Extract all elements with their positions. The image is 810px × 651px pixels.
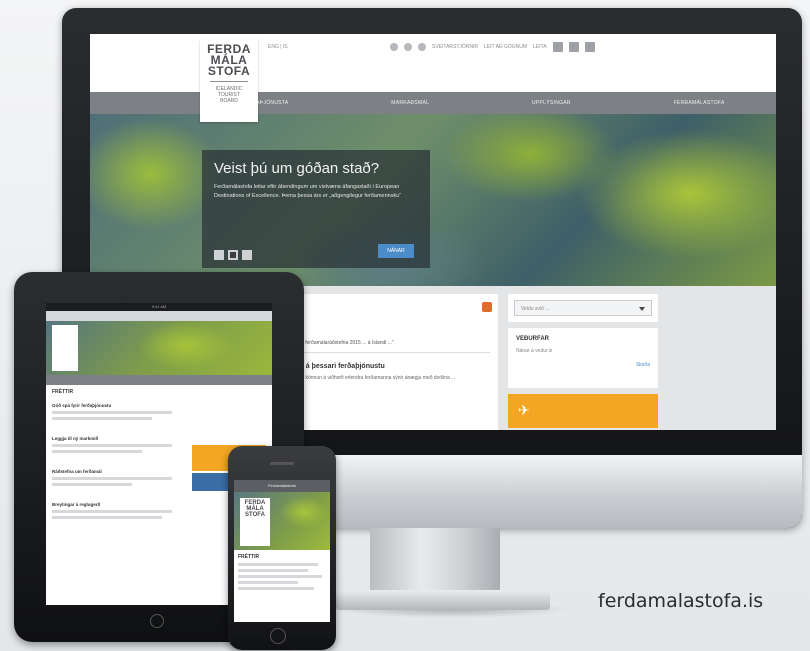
language-switch[interactable]: ENG | IS bbox=[268, 44, 288, 50]
tablet-home-button[interactable] bbox=[150, 614, 164, 628]
nav-item-4[interactable]: FERÐAMÁLASTOFA bbox=[674, 100, 725, 106]
monitor-stand-neck bbox=[370, 528, 500, 598]
carousel-dot-3[interactable] bbox=[242, 250, 252, 260]
hero-more-button[interactable]: NÁNAR bbox=[378, 244, 414, 258]
text-line bbox=[52, 444, 172, 447]
tablet-status-bar: 9:41 AM bbox=[46, 303, 272, 311]
carousel-dot-2[interactable] bbox=[228, 250, 238, 260]
weather-box: VEÐURFAR Nánar á vedur.is Skoða bbox=[508, 328, 658, 388]
text-line bbox=[52, 477, 172, 480]
main-nav: FERÐAÞJÓNUSTA MARKAÐSMÁL UPPLÝSINGAR FER… bbox=[90, 92, 776, 114]
tablet-url-bar[interactable] bbox=[46, 311, 272, 321]
logo-line-3: STOFA bbox=[207, 64, 251, 78]
phone-hero: FERDA MÁLA STOFA bbox=[234, 492, 330, 550]
text-line bbox=[52, 516, 162, 519]
top-links: SVEITARSTJÓRNIR LEIT AÐ GÖGNUM LEITA bbox=[390, 42, 595, 52]
phone-logo-line-3: STOFA bbox=[245, 512, 265, 518]
site-header: ENG | IS SVEITARSTJÓRNIR LEIT AÐ GÖGNUM … bbox=[90, 34, 776, 92]
carousel-dot-1[interactable] bbox=[214, 250, 224, 260]
social-icon-2[interactable] bbox=[404, 43, 412, 51]
plane-icon: ✈ bbox=[518, 402, 530, 418]
site-logo[interactable]: FERDA MÁLA STOFA ICELANDIC TOURIST BOARD bbox=[200, 40, 258, 122]
logo-divider bbox=[210, 81, 248, 82]
text-line bbox=[238, 563, 318, 566]
weather-sub: Nánar á vedur.is bbox=[516, 348, 553, 354]
menu-icon[interactable] bbox=[568, 42, 579, 52]
hero-title: Veist þú um góðan stað? bbox=[214, 160, 380, 177]
news-title[interactable]: ... á þessari ferðaþjónustu bbox=[298, 363, 490, 370]
select-wrapper: Veldu svið ... bbox=[508, 294, 658, 322]
text-line bbox=[52, 483, 132, 486]
text-line bbox=[52, 417, 152, 420]
text-line bbox=[52, 510, 172, 513]
promo-box[interactable]: ✈ bbox=[508, 394, 658, 428]
nav-item-3[interactable]: UPPLÝSINGAR bbox=[532, 100, 571, 106]
news-line[interactable]: „... ferðamálaráðstefna 2015 ... á Íslan… bbox=[298, 340, 490, 353]
text-line bbox=[238, 581, 298, 584]
weather-link[interactable]: Skoða bbox=[516, 362, 650, 368]
category-select[interactable]: Veldu svið ... bbox=[514, 300, 652, 316]
chevron-down-icon bbox=[639, 307, 645, 311]
phone-news: FRÉTTIR bbox=[234, 550, 330, 594]
top-link-3[interactable]: LEITA bbox=[533, 44, 547, 50]
text-line bbox=[238, 575, 322, 578]
nav-item-2[interactable]: MARKAÐSMÁL bbox=[391, 100, 429, 106]
sidebar: Veldu svið ... VEÐURFAR Nánar á vedur.is… bbox=[508, 294, 658, 430]
tablet-nav[interactable] bbox=[46, 375, 272, 385]
weather-title: VEÐURFAR bbox=[516, 336, 550, 342]
news-summary: Ný könnun á viðhorfi erlendra ferðamanna… bbox=[298, 375, 456, 381]
text-line bbox=[238, 569, 308, 572]
tablet-logo[interactable] bbox=[52, 325, 78, 371]
logo-sub-3: BOARD bbox=[220, 98, 238, 104]
carousel-dots bbox=[214, 250, 252, 260]
phone-speaker bbox=[270, 462, 294, 465]
phone-screen: Ferðamálastofa FERDA MÁLA STOFA FRÉTTIR bbox=[234, 480, 330, 622]
search-icon[interactable] bbox=[552, 42, 563, 52]
text-line bbox=[238, 587, 314, 590]
hero-text: Ferðamálastofa leitar eftir ábendingum u… bbox=[214, 184, 402, 199]
tablet-hero bbox=[46, 321, 272, 375]
hero-banner: Veist þú um góðan stað? Ferðamálastofa l… bbox=[90, 114, 776, 286]
news-card: „... ferðamálaráðstefna 2015 ... á Íslan… bbox=[290, 294, 498, 430]
text-line bbox=[52, 450, 142, 453]
phone-news-heading: FRÉTTIR bbox=[238, 554, 260, 560]
phone-title-bar: Ferðamálastofa bbox=[234, 480, 330, 492]
phone-home-button[interactable] bbox=[270, 628, 286, 644]
user-icon[interactable] bbox=[584, 42, 595, 52]
social-icon-3[interactable] bbox=[418, 43, 426, 51]
select-value: Veldu svið ... bbox=[521, 306, 550, 312]
social-icon-1[interactable] bbox=[390, 43, 398, 51]
website-url: ferdamalastofa.is bbox=[598, 590, 764, 612]
top-link-2[interactable]: LEIT AÐ GÖGNUM bbox=[484, 44, 527, 50]
top-link-1[interactable]: SVEITARSTJÓRNIR bbox=[432, 44, 478, 50]
rss-icon[interactable] bbox=[482, 302, 492, 312]
monitor-stand-base bbox=[335, 590, 550, 610]
phone-logo[interactable]: FERDA MÁLA STOFA bbox=[240, 498, 270, 546]
text-line bbox=[52, 411, 172, 414]
